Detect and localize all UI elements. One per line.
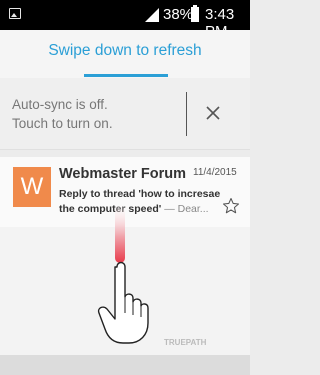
gallery-notification-icon [9,8,21,19]
refresh-hint: Swipe down to refresh [48,42,202,59]
autosync-action-text[interactable]: Touch to turn on. [12,116,113,131]
autosync-card[interactable]: Auto-sync is off. Touch to turn on. [0,78,250,150]
close-icon[interactable] [202,102,224,124]
email-subject: Reply to thread 'how to incresae [59,188,221,200]
status-bar: 38% 3:43 PM [0,0,250,40]
bottom-strip [0,355,250,375]
email-date: 11/4/2015 [193,167,237,178]
star-icon[interactable] [222,197,240,215]
battery-icon [191,5,199,22]
signal-strength-icon [145,8,159,22]
touch-trail [115,205,125,263]
email-preview: — Dear... [161,203,209,215]
refresh-banner: Swipe down to refresh [0,30,250,78]
watermark-logo: TRUEPATH [164,338,207,347]
swipe-hand-icon [97,205,149,344]
autosync-status-text: Auto-sync is off. [12,97,108,112]
battery-percent: 38% [163,6,194,23]
email-sender: Webmaster Forum [59,166,187,182]
refresh-indicator [84,74,168,77]
sender-avatar[interactable]: W [13,167,51,207]
autosync-divider [186,92,187,136]
